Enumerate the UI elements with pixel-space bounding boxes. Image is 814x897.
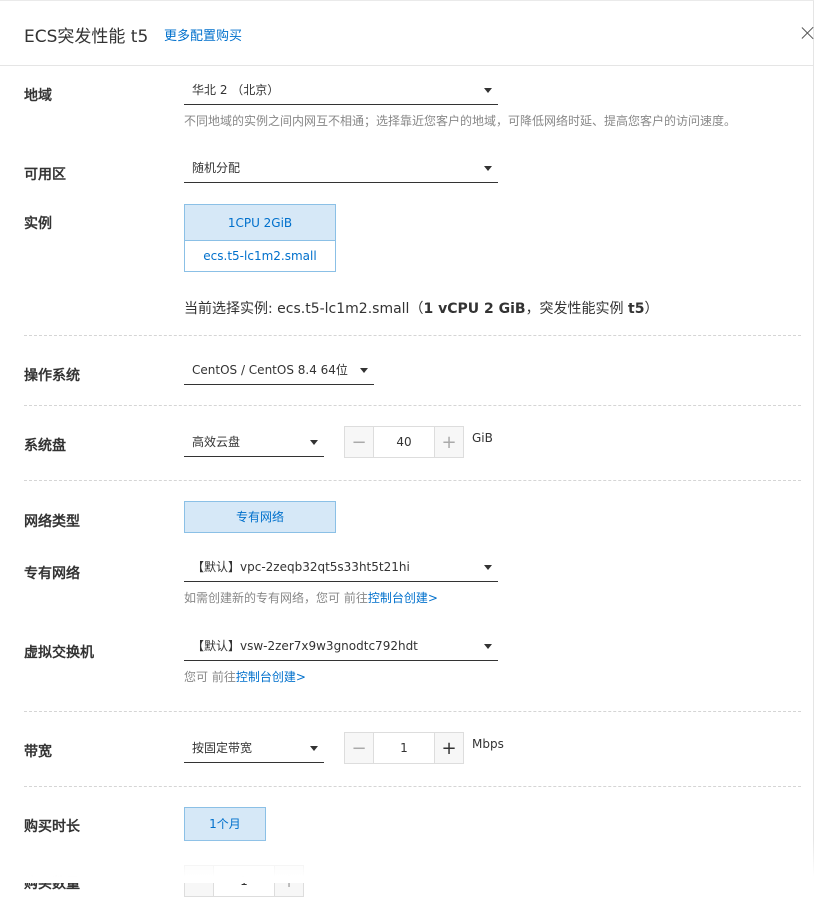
duration-1-month-option[interactable]: 1个月 [184, 807, 266, 841]
vswitch-hint-text: 您可 前往 [184, 670, 236, 684]
current-instance-prefix: 当前选择实例: ecs.t5-lc1m2.small（ [184, 301, 424, 317]
vswitch-select[interactable]: 【默认】vsw-2zer7x9w3gnodtc792hdt [184, 631, 498, 661]
zone-select[interactable]: 随机分配 [184, 153, 498, 183]
divider [24, 711, 801, 712]
region-label: 地域 [24, 88, 52, 104]
current-instance-mid: ，突发性能实例 [525, 301, 629, 317]
vpc-label: 专有网络 [24, 566, 80, 582]
disk-type-select[interactable]: 高效云盘 [184, 427, 324, 457]
vpc-select[interactable]: 【默认】vpc-2zeqb32qt5s33ht5t21hi [184, 552, 498, 582]
disk-size-unit: GiB [472, 431, 493, 445]
bandwidth-type-select[interactable]: 按固定带宽 [184, 733, 324, 763]
instance-label: 实例 [24, 216, 52, 232]
instance-type-name: ecs.t5-lc1m2.small [185, 241, 335, 271]
more-config-link[interactable]: 更多配置购买 [164, 25, 242, 44]
bandwidth-stepper: − 1 + [344, 732, 464, 764]
panel-title: ECS突发性能 t5 [24, 27, 149, 47]
divider [24, 480, 801, 481]
bandwidth-unit: Mbps [472, 737, 504, 751]
disk-size-stepper: − 40 + [344, 426, 464, 458]
region-select[interactable]: 华北 2 （北京） [184, 75, 498, 105]
region-hint: 不同地域的实例之间内网互不相通；选择靠近您客户的地域，可降低网络时延、提高您客户… [184, 114, 737, 128]
current-instance-spec: 1 vCPU 2 GiB [423, 301, 526, 317]
duration-label: 购买时长 [24, 819, 80, 835]
vpc-hint-text: 如需创建新的专有网络，您可 前往 [184, 591, 368, 605]
bandwidth-minus-button[interactable]: − [345, 733, 373, 763]
close-icon[interactable] [800, 25, 814, 41]
disk-label: 系统盘 [24, 438, 66, 454]
network-type-vpc-option[interactable]: 专有网络 [184, 501, 336, 533]
ecs-purchase-panel: ECS突发性能 t5 更多配置购买 地域 华北 2 （北京） 不同地域的实例之间… [0, 0, 814, 897]
instance-type-card[interactable]: 1CPU 2GiB ecs.t5-lc1m2.small [184, 204, 336, 272]
current-instance-text: 当前选择实例: ecs.t5-lc1m2.small（1 vCPU 2 GiB，… [184, 298, 658, 318]
divider [24, 786, 801, 787]
instance-spec: 1CPU 2GiB [185, 205, 335, 241]
disk-size-plus-button[interactable]: + [435, 427, 463, 457]
vswitch-label: 虚拟交换机 [24, 645, 94, 661]
network-label: 网络类型 [24, 514, 80, 530]
vswitch-console-create-link[interactable]: 控制台创建> [236, 670, 306, 684]
bandwidth-input[interactable]: 1 [373, 733, 435, 763]
os-select[interactable]: CentOS / CentOS 8.4 64位 [184, 355, 374, 385]
zone-label: 可用区 [24, 167, 66, 183]
vpc-hint: 如需创建新的专有网络，您可 前往控制台创建> [184, 589, 498, 606]
panel-header: ECS突发性能 t5 更多配置购买 [0, 1, 814, 66]
disk-size-minus-button[interactable]: − [345, 427, 373, 457]
vpc-console-create-link[interactable]: 控制台创建> [368, 591, 438, 605]
bandwidth-label: 带宽 [24, 744, 52, 760]
vswitch-hint: 您可 前往控制台创建> [184, 668, 498, 685]
bandwidth-plus-button[interactable]: + [435, 733, 463, 763]
divider [24, 335, 801, 336]
current-instance-family: t5 [628, 301, 645, 317]
disk-size-input[interactable]: 40 [373, 427, 435, 457]
divider [24, 405, 801, 406]
bottom-fade [0, 839, 814, 883]
os-label: 操作系统 [24, 368, 80, 384]
current-instance-suffix: ） [644, 301, 659, 317]
